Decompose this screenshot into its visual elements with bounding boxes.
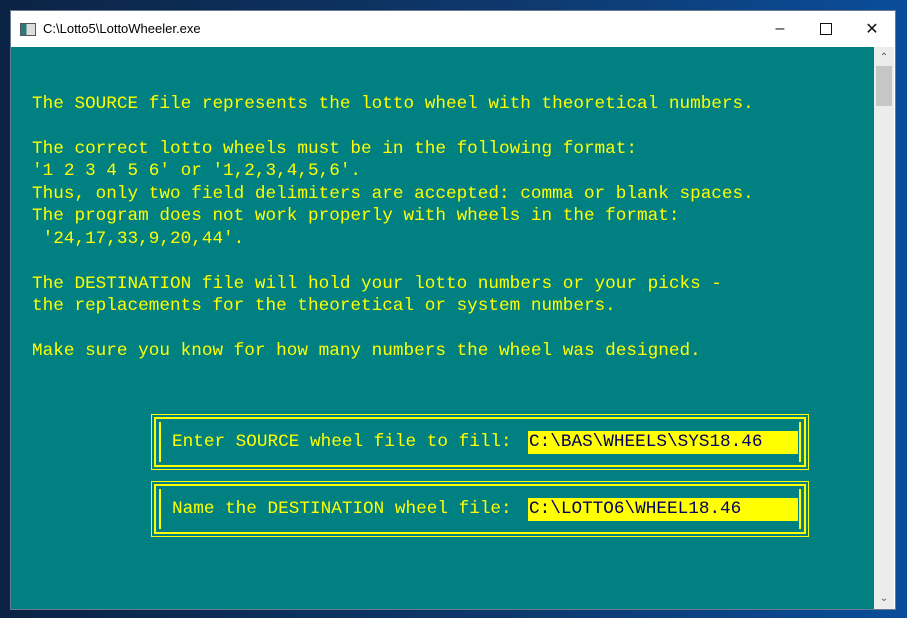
text-line: '24,17,33,9,20,44'.	[32, 229, 245, 249]
text-line: Make sure you know for how many numbers …	[32, 341, 701, 361]
minimize-button[interactable]: –	[757, 11, 803, 47]
scroll-down-icon[interactable]: ⌄	[874, 590, 894, 607]
maximize-icon	[820, 23, 832, 35]
destination-prompt-box: Name the DESTINATION wheel file: C:\LOTT…	[151, 481, 809, 537]
text-line: The program does not work properly with …	[32, 206, 680, 226]
text-line: Thus, only two field delimiters are acce…	[32, 184, 754, 204]
text-line: '1 2 3 4 5 6' or '1,2,3,4,5,6'.	[32, 161, 362, 181]
close-button[interactable]: ✕	[849, 11, 895, 47]
console-window: C:\Lotto5\LottoWheeler.exe – ✕ The SOURC…	[10, 10, 896, 610]
minimize-icon: –	[775, 20, 785, 37]
vertical-scrollbar[interactable]: ⌃ ⌄	[874, 47, 894, 609]
title-bar[interactable]: C:\Lotto5\LottoWheeler.exe – ✕	[11, 11, 895, 47]
text-line: The correct lotto wheels must be in the …	[32, 139, 638, 159]
console-app-icon	[20, 23, 36, 36]
console-output: The SOURCE file represents the lotto whe…	[11, 47, 874, 609]
maximize-button[interactable]	[803, 11, 849, 47]
scroll-up-icon[interactable]: ⌃	[874, 49, 894, 66]
close-icon: ✕	[865, 21, 879, 38]
source-file-input[interactable]: C:\BAS\WHEELS\SYS18.46	[528, 431, 798, 454]
text-line: The DESTINATION file will hold your lott…	[32, 274, 722, 294]
destination-file-input[interactable]: C:\LOTTO6\WHEEL18.46	[528, 498, 798, 521]
source-prompt-box: Enter SOURCE wheel file to fill: C:\BAS\…	[151, 414, 809, 470]
source-prompt-label: Enter SOURCE wheel file to fill:	[172, 432, 512, 452]
text-line: the replacements for the theoretical or …	[32, 296, 616, 316]
text-line: The SOURCE file represents the lotto whe…	[32, 94, 754, 114]
scrollbar-thumb[interactable]	[876, 66, 892, 106]
window-title: C:\Lotto5\LottoWheeler.exe	[43, 21, 201, 36]
destination-prompt-label: Name the DESTINATION wheel file:	[172, 499, 512, 519]
